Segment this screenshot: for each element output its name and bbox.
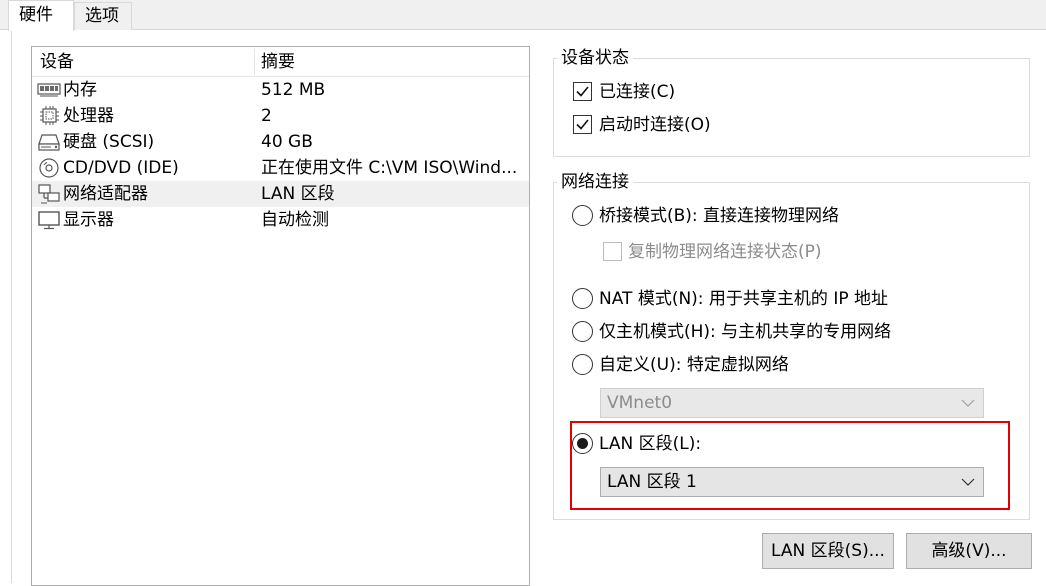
check-icon xyxy=(576,119,589,130)
device-row-network-adapter[interactable]: 网络适配器 LAN 区段 xyxy=(32,181,529,207)
cd-dvd-icon xyxy=(37,158,61,178)
nat-label[interactable]: NAT 模式(N): 用于共享主机的 IP 地址 xyxy=(599,287,888,311)
device-status-group xyxy=(553,58,1030,157)
device-row-memory[interactable]: 内存 512 MB xyxy=(32,77,529,103)
device-summary: 2 xyxy=(261,106,272,126)
tab-strip xyxy=(0,0,1046,30)
connect-at-power-on-checkbox[interactable] xyxy=(573,115,592,134)
network-adapter-icon xyxy=(37,184,61,204)
display-icon xyxy=(37,210,61,230)
custom-radio[interactable] xyxy=(572,354,593,375)
replicate-state-checkbox[interactable] xyxy=(603,242,622,261)
device-list[interactable]: 设备 摘要 内存 512 MB 处理器 2 硬盘 (SCSI) 40 GB CD… xyxy=(31,46,530,586)
host-only-label[interactable]: 仅主机模式(H): 与主机共享的专用网络 xyxy=(599,320,891,344)
check-icon xyxy=(576,86,589,97)
device-summary: 自动检测 xyxy=(261,210,329,230)
device-name: CD/DVD (IDE) xyxy=(63,158,179,178)
column-header-summary[interactable]: 摘要 xyxy=(261,47,295,77)
lan-segments-button[interactable]: LAN 区段(S)... xyxy=(762,533,894,569)
memory-icon xyxy=(37,80,61,100)
device-summary: 512 MB xyxy=(261,80,326,100)
nat-radio[interactable] xyxy=(572,288,593,309)
network-connection-title: 网络连接 xyxy=(557,172,633,192)
connect-at-power-on-label[interactable]: 启动时连接(O) xyxy=(599,113,711,137)
custom-label[interactable]: 自定义(U): 特定虚拟网络 xyxy=(599,353,789,377)
device-name: 显示器 xyxy=(63,210,114,230)
device-name: 硬盘 (SCSI) xyxy=(63,132,155,152)
replicate-state-label[interactable]: 复制物理网络连接状态(P) xyxy=(628,240,822,264)
device-row-processor[interactable]: 处理器 2 xyxy=(32,103,529,129)
tab-strip-divider xyxy=(0,29,1046,30)
device-row-display[interactable]: 显示器 自动检测 xyxy=(32,207,529,233)
column-header-device[interactable]: 设备 xyxy=(40,47,74,77)
device-name: 网络适配器 xyxy=(63,184,148,204)
device-name: 内存 xyxy=(63,80,97,100)
chevron-down-icon xyxy=(961,399,975,407)
processor-icon xyxy=(37,106,61,126)
device-summary: LAN 区段 xyxy=(261,184,335,204)
device-row-hard-disk[interactable]: 硬盘 (SCSI) 40 GB xyxy=(32,129,529,155)
connected-label[interactable]: 已连接(C) xyxy=(599,80,675,104)
device-status-title: 设备状态 xyxy=(557,48,633,68)
column-separator[interactable] xyxy=(254,49,255,75)
device-row-cd-dvd[interactable]: CD/DVD (IDE) 正在使用文件 C:\VM ISO\Wind... xyxy=(32,155,529,181)
device-summary: 40 GB xyxy=(261,132,313,152)
device-name: 处理器 xyxy=(63,106,114,126)
custom-network-select[interactable]: VMnet0 xyxy=(600,388,984,418)
custom-network-value: VMnet0 xyxy=(607,393,673,413)
list-header: 设备 摘要 xyxy=(32,47,529,77)
hard-disk-icon xyxy=(37,132,61,152)
bridged-label[interactable]: 桥接模式(B): 直接连接物理网络 xyxy=(599,204,839,228)
tab-hardware[interactable]: 硬件 xyxy=(8,0,74,31)
device-summary: 正在使用文件 C:\VM ISO\Wind... xyxy=(261,158,518,178)
host-only-radio[interactable] xyxy=(572,321,593,342)
panel-border xyxy=(11,30,12,583)
vm-settings-window: 硬件 选项 设备 摘要 内存 512 MB 处理器 2 硬盘 (SCSI) 40… xyxy=(0,0,1046,586)
bridged-radio[interactable] xyxy=(572,205,593,226)
annotation-highlight xyxy=(570,421,1010,510)
advanced-button[interactable]: 高级(V)... xyxy=(906,533,1032,569)
tab-options[interactable]: 选项 xyxy=(74,2,132,30)
connected-checkbox[interactable] xyxy=(573,82,592,101)
